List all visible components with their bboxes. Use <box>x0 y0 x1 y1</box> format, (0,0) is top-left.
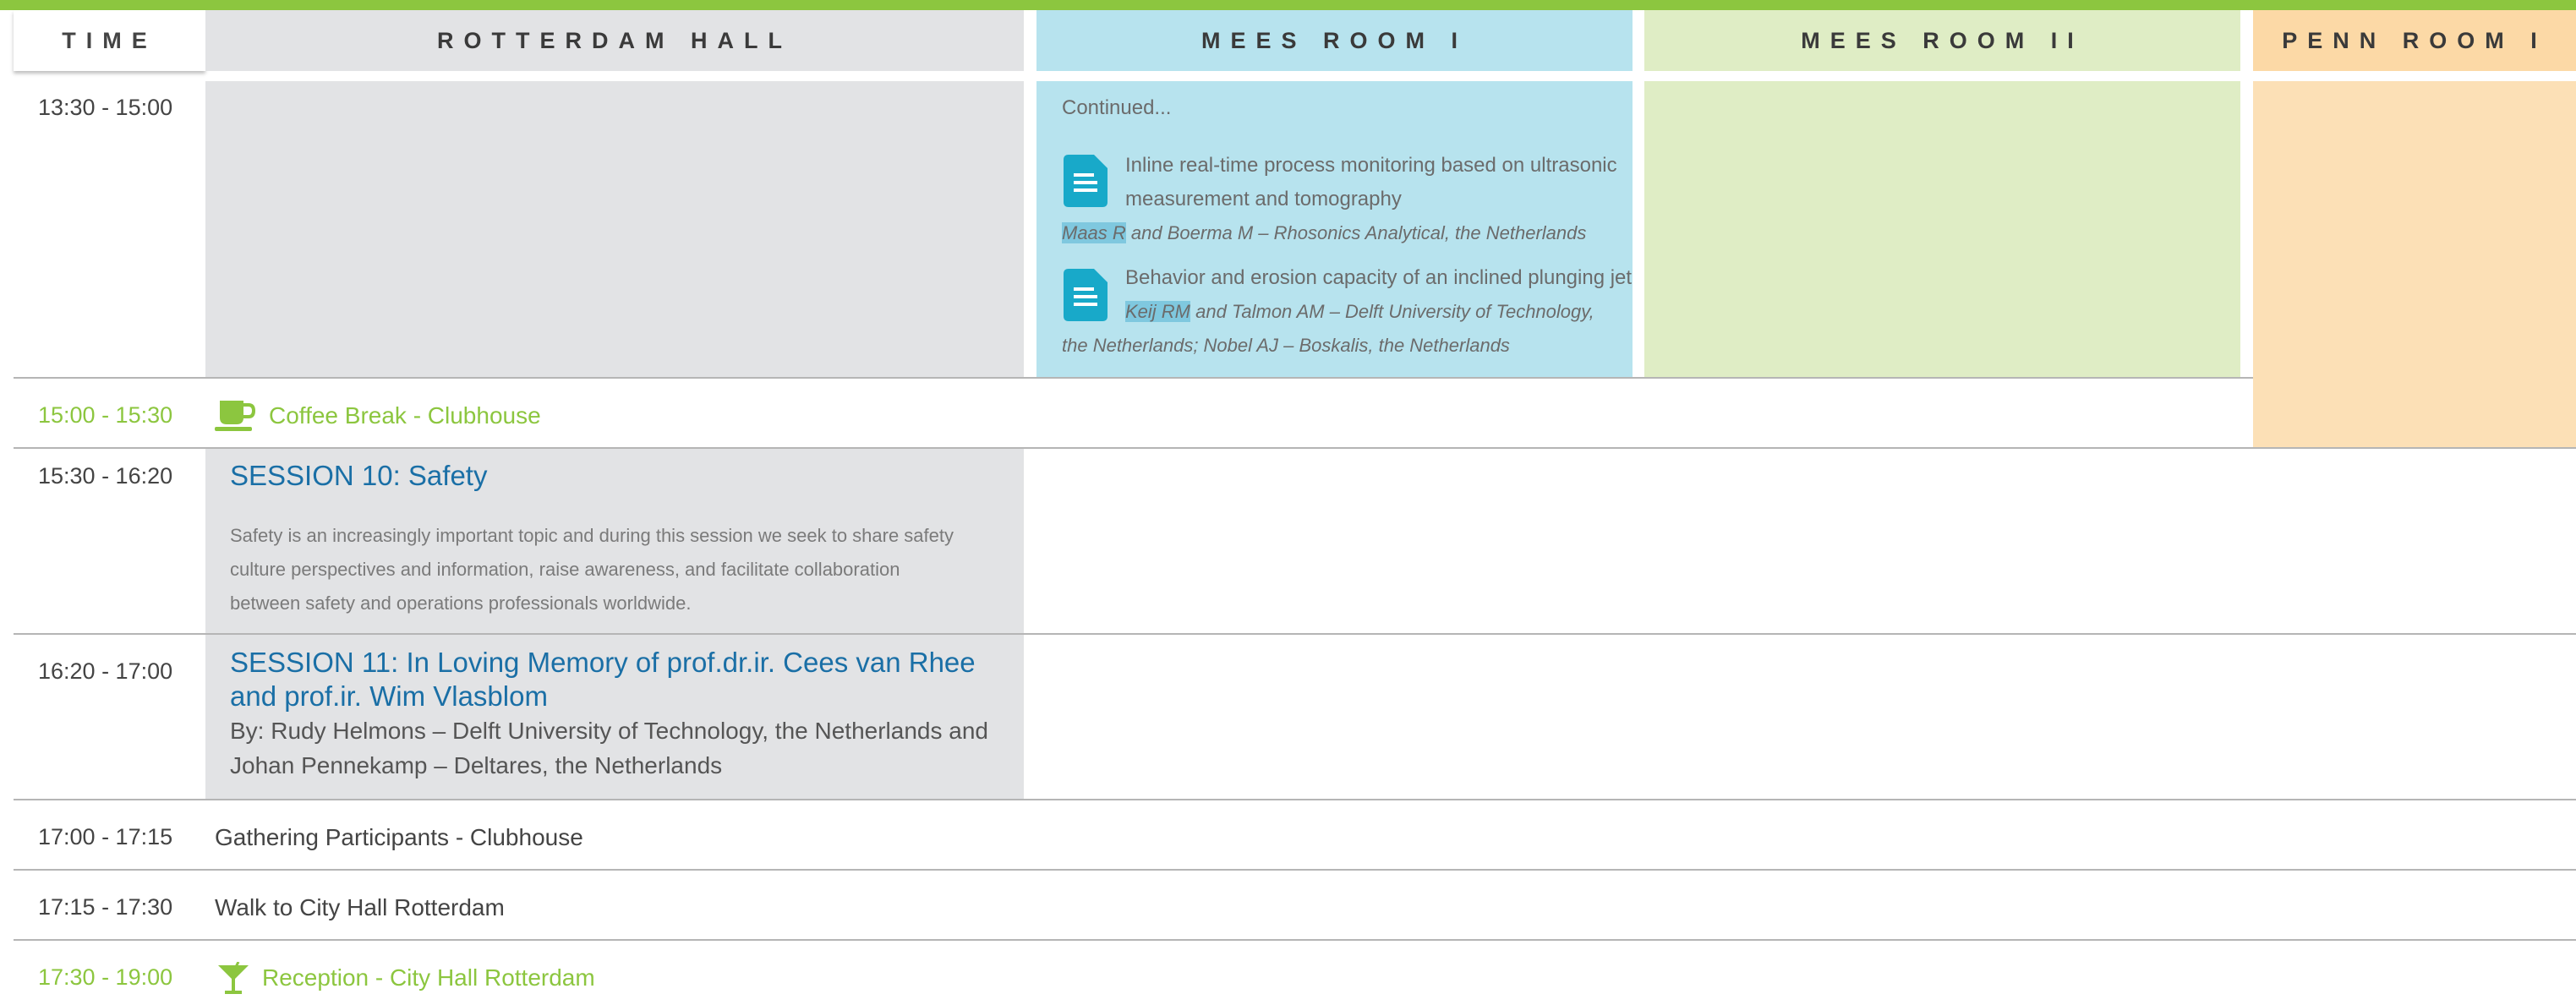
time-slot-label: 16:20 - 17:00 <box>38 658 173 684</box>
speakers-line: Johan Pennekamp – Deltares, the Netherla… <box>230 752 723 778</box>
session-10-description: Safety is an increasingly important topi… <box>230 519 1016 620</box>
row-divider <box>14 447 2576 449</box>
row-divider <box>14 377 2253 379</box>
description-line: Safety is an increasingly important topi… <box>230 525 954 546</box>
presenting-author: Maas R <box>1062 222 1126 243</box>
column-header-penn-room-1: PENN ROOM I <box>2253 10 2576 71</box>
time-slot-label: 13:30 - 15:00 <box>38 95 173 120</box>
session-11-speakers: By: Rudy Helmons – Delft University of T… <box>230 713 1016 783</box>
document-icon[interactable] <box>1064 155 1108 211</box>
session-11-title[interactable]: SESSION 11: In Loving Memory of prof.dr.… <box>230 646 1016 713</box>
time-slot-label: 15:00 - 15:30 <box>38 402 173 428</box>
mees-room-2-block-1330 <box>1644 81 2240 377</box>
document-icon[interactable] <box>1064 269 1108 325</box>
time-slot-label: 15:30 - 16:20 <box>38 463 173 489</box>
column-header-rotterdam-hall: ROTTERDAM HALL <box>205 10 1024 71</box>
time-slot-label: 17:00 - 17:15 <box>38 824 173 849</box>
row-divider <box>14 939 2576 941</box>
reception-label: Reception - City Hall Rotterdam <box>262 964 595 991</box>
column-header-mees-room-1: MEES ROOM I <box>1036 10 1633 71</box>
paper-authors: Maas R and Boerma M – Rhosonics Analytic… <box>1062 216 1586 250</box>
row-divider <box>14 633 2576 635</box>
coffee-cup-icon <box>215 399 259 437</box>
paper-title[interactable]: Behavior and erosion capacity of an incl… <box>1125 261 1632 295</box>
speakers-line: By: Rudy Helmons – Delft University of T… <box>230 718 988 744</box>
description-line: culture perspectives and information, ra… <box>230 559 900 580</box>
penn-room-1-block <box>2253 81 2576 448</box>
column-header-time: TIME <box>14 10 205 71</box>
paper-authors-continued: the Netherlands; Nobel AJ – Boskalis, th… <box>1062 335 1510 356</box>
co-authors: and Boerma M – Rhosonics Analytical, the… <box>1125 222 1587 243</box>
paper-title-line: Inline real-time process monitoring base… <box>1125 154 1617 177</box>
column-header-mees-room-2: MEES ROOM II <box>1644 10 2240 71</box>
session-title-line: SESSION 11: In Loving Memory of prof.dr.… <box>230 647 976 678</box>
coffee-break-label: Coffee Break - Clubhouse <box>269 402 541 429</box>
session-title-line: and prof.ir. Wim Vlasblom <box>230 680 548 712</box>
paper-title[interactable]: Inline real-time process monitoring base… <box>1125 149 1624 216</box>
session-10-title[interactable]: SESSION 10: Safety <box>230 459 487 493</box>
presenting-author: Keij RM <box>1125 301 1191 322</box>
rotterdam-hall-block-1330 <box>205 81 1024 377</box>
row-divider <box>14 869 2576 871</box>
co-authors: and Talmon AM – Delft University of Tech… <box>1190 301 1594 322</box>
row-divider <box>14 799 2576 800</box>
paper-title-line: measurement and tomography <box>1125 188 1402 210</box>
walk-label: Walk to City Hall Rotterdam <box>215 894 505 920</box>
cocktail-glass-icon <box>216 961 250 1000</box>
continued-label: Continued... <box>1062 96 1172 119</box>
paper-authors: Keij RM and Talmon AM – Delft University… <box>1125 295 1594 329</box>
time-slot-label: 17:30 - 19:00 <box>38 964 173 990</box>
gathering-label: Gathering Participants - Clubhouse <box>215 824 583 850</box>
description-line: between safety and operations profession… <box>230 593 692 614</box>
top-accent-bar <box>0 0 2576 10</box>
time-slot-label: 17:15 - 17:30 <box>38 894 173 920</box>
